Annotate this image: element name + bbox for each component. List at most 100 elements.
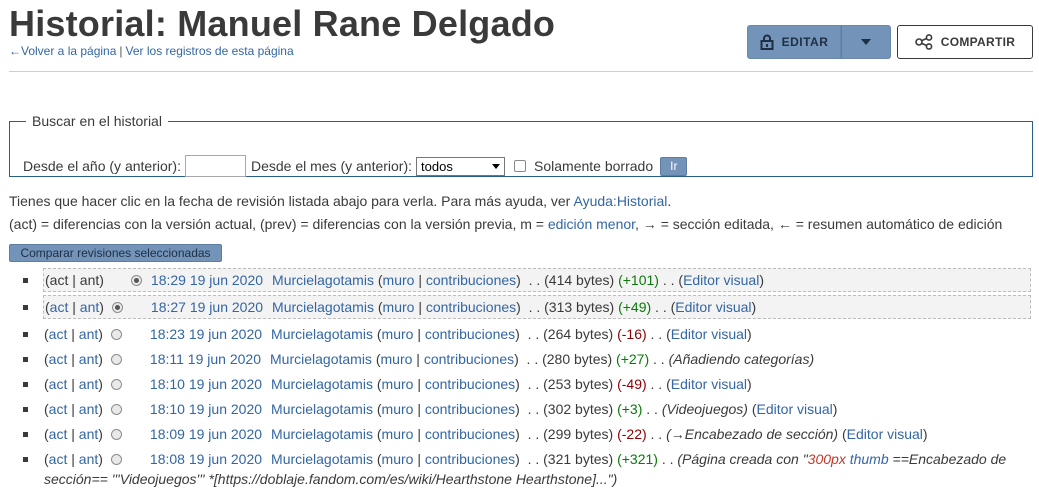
revision-row: (act | ant) 18:11 19 jun 2020 Murcielago…: [44, 351, 815, 367]
edit-dropdown-button[interactable]: [841, 25, 891, 59]
revision-date-link[interactable]: 18:11 19 jun 2020: [150, 351, 261, 367]
ant-link[interactable]: ant: [79, 326, 98, 342]
search-legend: Buscar en el historial: [32, 113, 162, 129]
revision-date-link[interactable]: 18:27 19 jun 2020: [151, 299, 263, 315]
user-link[interactable]: Murcielagotamis: [271, 376, 373, 392]
contribs-link[interactable]: contribuciones: [425, 426, 515, 442]
visual-editor-tag[interactable]: Editor visual: [757, 401, 833, 417]
user-link[interactable]: Murcielagotamis: [272, 299, 374, 315]
revision-date-link[interactable]: 18:10 19 jun 2020: [150, 376, 262, 392]
bullet: [23, 432, 28, 437]
revision-size: (299 bytes): [543, 426, 614, 442]
edit-summary-continued: sección== '''Videojuegos''' *[https://do…: [44, 471, 618, 487]
revision-size: (414 bytes): [544, 272, 615, 288]
ant-link[interactable]: ant: [79, 351, 98, 367]
size-diff: (+321): [617, 451, 658, 467]
visual-editor-tag[interactable]: Editor visual: [675, 299, 751, 315]
diff-radio-new[interactable]: [111, 301, 123, 313]
ant-link[interactable]: ant: [79, 451, 98, 467]
compare-revisions-button[interactable]: Comparar revisiones seleccionadas: [9, 244, 222, 262]
ant-link[interactable]: ant: [79, 426, 98, 442]
act-link[interactable]: act: [49, 451, 68, 467]
revision-date-link[interactable]: 18:10 19 jun 2020: [150, 401, 262, 417]
user-link[interactable]: Murcielagotamis: [271, 426, 373, 442]
act-link[interactable]: act: [49, 376, 68, 392]
revision-size: (313 bytes): [544, 299, 615, 315]
share-button[interactable]: COMPARTIR: [897, 25, 1033, 59]
summary-link[interactable]: thumb: [850, 451, 889, 467]
act-link[interactable]: act: [49, 426, 68, 442]
diff-radio-new[interactable]: [110, 403, 122, 415]
contribs-link[interactable]: contribuciones: [425, 326, 515, 342]
revision-date-link[interactable]: 18:09 19 jun 2020: [150, 426, 262, 442]
year-input[interactable]: [184, 155, 246, 177]
visual-editor-tag[interactable]: Editor visual: [683, 272, 759, 288]
user-link[interactable]: Murcielagotamis: [270, 351, 372, 367]
visual-editor-tag[interactable]: Editor visual: [671, 326, 747, 342]
size-diff: (-16): [617, 326, 647, 342]
user-link[interactable]: Murcielagotamis: [271, 326, 373, 342]
revision-date-link[interactable]: 18:08 19 jun 2020: [150, 451, 262, 467]
contribs-link[interactable]: contribuciones: [424, 351, 514, 367]
revision-row: (act | ant) 18:08 19 jun 2020 Murcielago…: [44, 451, 1007, 467]
diff-radio-new[interactable]: [110, 353, 122, 365]
talk-link[interactable]: muro: [383, 299, 415, 315]
lock-icon: [760, 34, 774, 50]
edit-button[interactable]: EDITAR: [747, 25, 841, 59]
revision-size: (302 bytes): [543, 401, 614, 417]
act-link[interactable]: act: [49, 351, 68, 367]
go-button[interactable]: Ir: [660, 156, 688, 176]
talk-link[interactable]: muro: [383, 272, 415, 288]
legend-part1: (act) = diferencias con la versión actua…: [9, 216, 544, 232]
talk-link[interactable]: muro: [382, 451, 414, 467]
diff-radio-old[interactable]: [130, 274, 142, 286]
view-logs-link[interactable]: Ver los registros de esta página: [126, 44, 294, 58]
back-to-page-link[interactable]: Volver a la página: [21, 44, 116, 58]
diff-radio-new[interactable]: [110, 428, 122, 440]
user-link[interactable]: Murcielagotamis: [272, 272, 374, 288]
contribs-link[interactable]: contribuciones: [425, 451, 515, 467]
ant-link[interactable]: ant: [79, 401, 98, 417]
contribs-link[interactable]: contribuciones: [425, 376, 515, 392]
edit-button-group: EDITAR: [747, 25, 891, 59]
act-link[interactable]: act: [50, 299, 69, 315]
act-link[interactable]: act: [49, 326, 68, 342]
diff-radio-new[interactable]: [110, 378, 122, 390]
talk-link[interactable]: muro: [382, 401, 414, 417]
minor-edit-link[interactable]: edición menor: [548, 216, 635, 232]
ant-link[interactable]: ant: [79, 376, 98, 392]
chevron-down-icon: [492, 163, 501, 169]
act-link[interactable]: act: [49, 401, 68, 417]
contribs-link[interactable]: contribuciones: [426, 299, 516, 315]
contribs-link[interactable]: contribuciones: [426, 272, 516, 288]
visual-editor-tag[interactable]: Editor visual: [671, 376, 747, 392]
help-link[interactable]: Ayuda:Historial: [573, 193, 667, 209]
ant-link[interactable]: ant: [80, 299, 99, 315]
page-title: Historial: Manuel Rane Delgado: [9, 3, 556, 44]
help-end: .: [667, 193, 672, 209]
revision-date-link[interactable]: 18:23 19 jun 2020: [150, 326, 262, 342]
summary-redlink[interactable]: 300px: [808, 451, 846, 467]
search-row: Desde el año (y anterior): Desde el mes …: [23, 155, 688, 177]
diff-radio-new[interactable]: [110, 328, 122, 340]
visual-editor-tag[interactable]: Editor visual: [847, 426, 923, 442]
user-link[interactable]: Murcielagotamis: [271, 401, 373, 417]
act-label: act: [49, 272, 69, 288]
size-diff: (+49): [618, 299, 652, 315]
talk-link[interactable]: muro: [382, 426, 414, 442]
talk-link[interactable]: muro: [381, 351, 413, 367]
history-search: Buscar en el historial Desde el año (y a…: [9, 113, 1033, 177]
diff-radio-new[interactable]: [110, 453, 122, 465]
share-label: COMPARTIR: [940, 35, 1016, 49]
talk-link[interactable]: muro: [382, 376, 414, 392]
month-selected-value: todos: [421, 158, 453, 174]
bullet: [23, 407, 28, 412]
revision-row: (act | ant) 18:29 19 jun 2020 Murcielago…: [43, 268, 1031, 292]
month-select[interactable]: todos: [416, 156, 506, 176]
talk-link[interactable]: muro: [382, 326, 414, 342]
revision-size: (321 bytes): [543, 451, 614, 467]
revision-date-link[interactable]: 18:29 19 jun 2020: [151, 272, 263, 288]
deleted-only-checkbox[interactable]: [514, 160, 527, 172]
contribs-link[interactable]: contribuciones: [425, 401, 515, 417]
user-link[interactable]: Murcielagotamis: [271, 451, 373, 467]
